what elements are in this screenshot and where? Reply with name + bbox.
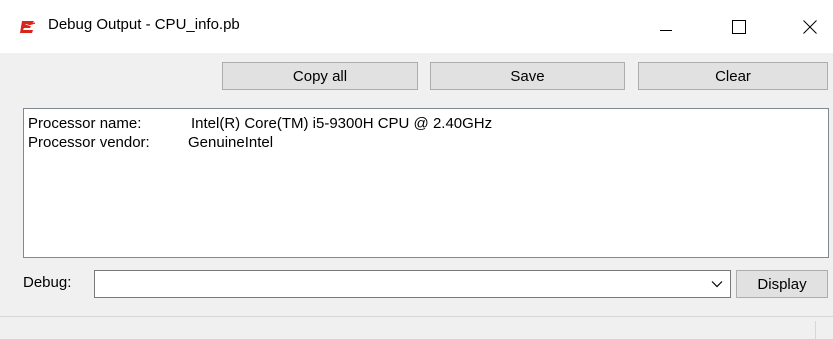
- window-title: Debug Output - CPU_info.pb: [48, 16, 240, 33]
- title-bar[interactable]: Debug Output - CPU_info.pb: [0, 0, 833, 53]
- minimize-button[interactable]: [643, 0, 689, 53]
- output-line-value: GenuineIntel: [188, 134, 274, 151]
- status-bar: [0, 316, 833, 339]
- clear-button[interactable]: Clear: [638, 62, 828, 90]
- close-button[interactable]: [787, 0, 833, 53]
- output-line-label: Processor vendor:: [28, 134, 150, 151]
- purebasic-logo-icon: [20, 19, 36, 35]
- save-button[interactable]: Save: [430, 62, 625, 90]
- debug-output-window: Debug Output - CPU_info.pb Copy all Save…: [0, 0, 833, 339]
- output-line: Processor vendor: GenuineIntel: [28, 133, 824, 152]
- output-line-value: Intel(R) Core(TM) i5-9300H CPU @ 2.40GHz: [191, 115, 493, 132]
- close-icon: [803, 19, 817, 34]
- maximize-icon: [732, 19, 746, 34]
- output-line: Processor name: Intel(R) Core(TM) i5-9300…: [28, 114, 824, 133]
- copy-all-button[interactable]: Copy all: [222, 62, 418, 90]
- chevron-down-icon[interactable]: [704, 271, 730, 297]
- debug-output-area[interactable]: Processor name: Intel(R) Core(TM) i5-9300…: [23, 108, 829, 258]
- debug-combobox[interactable]: [94, 270, 731, 298]
- output-line-label: Processor name:: [28, 115, 142, 132]
- debug-input[interactable]: [95, 271, 695, 297]
- status-bar-divider: [815, 321, 816, 339]
- maximize-button[interactable]: [716, 0, 762, 53]
- debug-label: Debug:: [23, 274, 72, 291]
- minimize-icon: [660, 21, 672, 33]
- display-button[interactable]: Display: [736, 270, 828, 298]
